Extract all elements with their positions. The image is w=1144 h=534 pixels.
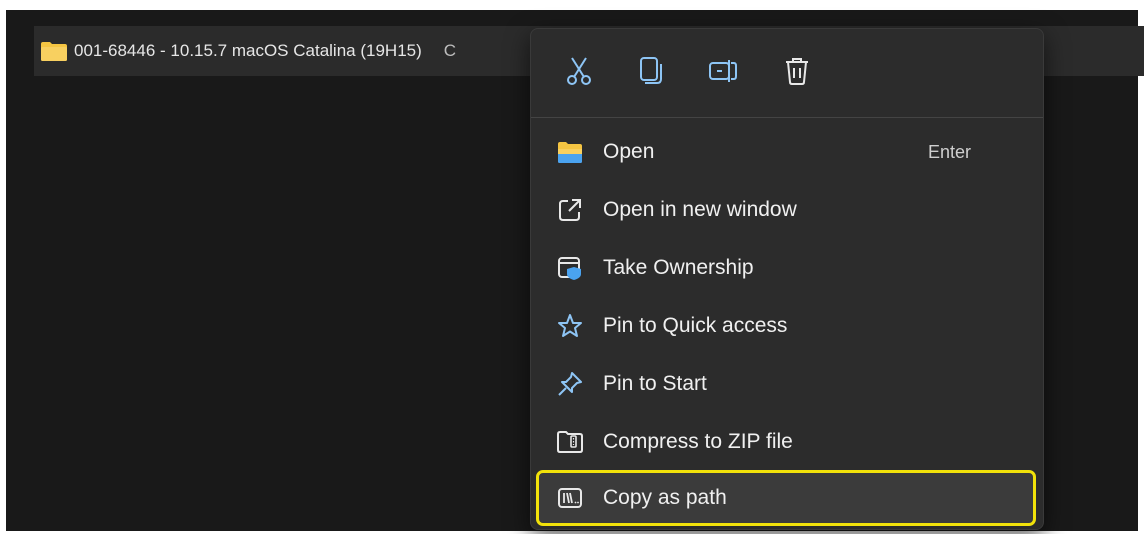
zip-icon <box>557 429 583 455</box>
folder-icon <box>557 139 583 165</box>
rename-icon <box>709 60 737 82</box>
menu-item-open[interactable]: Open Enter <box>539 127 1033 177</box>
context-menu: Open Enter Open in new window Take Owner… <box>530 28 1044 530</box>
cut-icon <box>567 57 591 85</box>
menu-item-label: Copy as path <box>603 486 727 509</box>
pin-icon <box>557 371 583 397</box>
open-new-window-icon <box>557 197 583 223</box>
menu-item-pin-start[interactable]: Pin to Start <box>539 359 1033 409</box>
copy-icon <box>640 57 662 84</box>
menu-item-compress-zip[interactable]: Compress to ZIP file <box>539 417 1033 467</box>
star-icon <box>557 313 583 339</box>
menu-item-label: Open in new window <box>603 198 797 221</box>
menu-item-label: Pin to Quick access <box>603 314 788 337</box>
menu-item-take-ownership[interactable]: Take Ownership <box>539 243 1033 293</box>
quick-actions-bar <box>531 29 1043 118</box>
delete-icon <box>786 58 808 85</box>
menu-item-shortcut: Enter <box>927 141 971 162</box>
menu-item-open-new-window[interactable]: Open in new window <box>539 185 1033 235</box>
file-name: 001-68446 - 10.15.7 macOS Catalina (19H1… <box>74 41 422 60</box>
menu-item-label: Open <box>603 140 655 163</box>
menu-item-label: Pin to Start <box>603 372 707 395</box>
menu-item-label: Compress to ZIP file <box>603 430 793 453</box>
cut-button[interactable] <box>561 53 597 89</box>
copy-button[interactable] <box>633 53 669 89</box>
file-extra-text: C <box>443 41 457 60</box>
copy-path-icon <box>557 485 583 511</box>
folder-icon <box>41 42 67 61</box>
screen: 001-68446 - 10.15.7 macOS Catalina (19H1… <box>0 0 1144 534</box>
menu-item-copy-as-path[interactable]: Copy as path <box>536 470 1036 526</box>
rename-button[interactable] <box>705 53 741 89</box>
delete-button[interactable] <box>779 53 815 89</box>
take-ownership-icon <box>557 255 583 281</box>
menu-item-pin-quick-access[interactable]: Pin to Quick access <box>539 301 1033 351</box>
menu-item-label: Take Ownership <box>603 256 754 279</box>
